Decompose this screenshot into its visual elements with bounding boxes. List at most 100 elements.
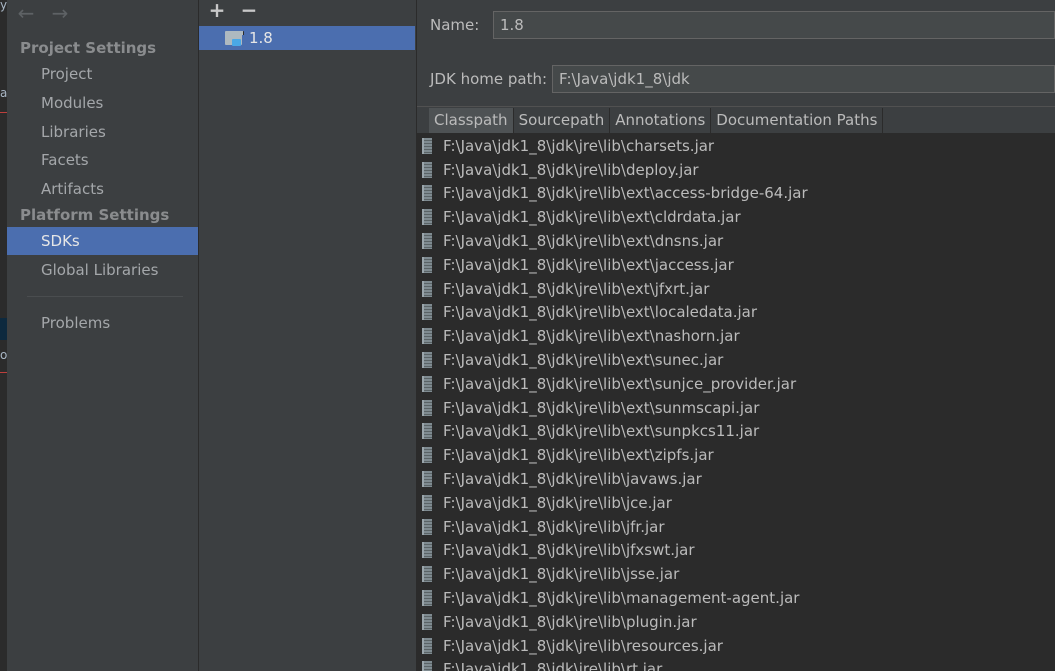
classpath-list[interactable]: F:\Java\jdk1_8\jdk\jre\lib\charsets.jar F… <box>417 134 1055 671</box>
classpath-row[interactable]: F:\Java\jdk1_8\jdk\jre\lib\ext\sunec.jar <box>417 348 1055 372</box>
classpath-row[interactable]: F:\Java\jdk1_8\jdk\jre\lib\charsets.jar <box>417 134 1055 158</box>
classpath-row[interactable]: F:\Java\jdk1_8\jdk\jre\lib\jsse.jar <box>417 562 1055 586</box>
classpath-row[interactable]: F:\Java\jdk1_8\jdk\jre\lib\resources.jar <box>417 634 1055 658</box>
classpath-row[interactable]: F:\Java\jdk1_8\jdk\jre\lib\ext\dnsns.jar <box>417 229 1055 253</box>
tab-sourcepath[interactable]: Sourcepath <box>513 108 611 133</box>
jar-file-icon <box>422 256 432 273</box>
classpath-row[interactable]: F:\Java\jdk1_8\jdk\jre\lib\ext\sunjce_pr… <box>417 372 1055 396</box>
sdk-list-item[interactable]: 1.8 <box>199 26 415 50</box>
jar-file-icon <box>422 185 432 202</box>
nav-divider <box>27 296 183 297</box>
classpath-entry-label: F:\Java\jdk1_8\jdk\jre\lib\jfxswt.jar <box>443 541 695 560</box>
classpath-row[interactable]: F:\Java\jdk1_8\jdk\jre\lib\javaws.jar <box>417 467 1055 491</box>
jar-file-icon <box>422 161 432 178</box>
editor-error-marker <box>0 112 7 113</box>
classpath-entry-label: F:\Java\jdk1_8\jdk\jre\lib\resources.jar <box>443 636 723 655</box>
tab-annotations[interactable]: Annotations <box>610 108 712 133</box>
classpath-row[interactable]: F:\Java\jdk1_8\jdk\jre\lib\jfxswt.jar <box>417 539 1055 563</box>
tab-classpath[interactable]: Classpath <box>429 108 514 133</box>
jar-file-icon <box>422 518 432 535</box>
classpath-row[interactable]: F:\Java\jdk1_8\jdk\jre\lib\ext\jfxrt.jar <box>417 277 1055 301</box>
nav-item-libraries[interactable]: Libraries <box>7 118 198 146</box>
nav-item-project[interactable]: Project <box>7 60 198 88</box>
classpath-row[interactable]: F:\Java\jdk1_8\jdk\jre\lib\deploy.jar <box>417 158 1055 182</box>
nav-item-facets[interactable]: Facets <box>7 146 198 174</box>
jar-file-icon <box>422 352 432 369</box>
jar-file-icon <box>422 542 432 559</box>
classpath-entry-label: F:\Java\jdk1_8\jdk\jre\lib\jfr.jar <box>443 517 665 536</box>
classpath-entry-label: F:\Java\jdk1_8\jdk\jre\lib\ext\dnsns.jar <box>443 232 724 251</box>
sdk-item-label: 1.8 <box>249 29 273 47</box>
remove-sdk-icon[interactable]: − <box>239 0 259 22</box>
classpath-row[interactable]: F:\Java\jdk1_8\jdk\jre\lib\jce.jar <box>417 491 1055 515</box>
jar-file-icon <box>422 471 432 488</box>
nav-item-problems[interactable]: Problems <box>7 309 198 337</box>
project-settings-header: Project Settings <box>20 39 157 57</box>
jar-file-icon <box>422 233 432 250</box>
name-label: Name: <box>430 16 480 34</box>
jar-file-icon <box>422 423 432 440</box>
classpath-entry-label: F:\Java\jdk1_8\jdk\jre\lib\ext\sunec.jar <box>443 351 724 370</box>
classpath-row[interactable]: F:\Java\jdk1_8\jdk\jre\lib\ext\cldrdata.… <box>417 205 1055 229</box>
classpath-row[interactable]: F:\Java\jdk1_8\jdk\jre\lib\ext\nashorn.j… <box>417 324 1055 348</box>
sdk-list-panel: + − 1.8 <box>199 0 417 671</box>
classpath-row[interactable]: F:\Java\jdk1_8\jdk\jre\lib\rt.jar <box>417 658 1055 671</box>
jdk-home-path-label: JDK home path: <box>430 70 548 88</box>
classpath-row[interactable]: F:\Java\jdk1_8\jdk\jre\lib\ext\localedat… <box>417 301 1055 325</box>
classpath-entry-label: F:\Java\jdk1_8\jdk\jre\lib\rt.jar <box>443 660 663 671</box>
classpath-row[interactable]: F:\Java\jdk1_8\jdk\jre\lib\jfr.jar <box>417 515 1055 539</box>
jar-file-icon <box>422 447 432 464</box>
classpath-entry-label: F:\Java\jdk1_8\jdk\jre\lib\jce.jar <box>443 493 672 512</box>
jar-file-icon <box>422 328 432 345</box>
jar-file-icon <box>422 280 432 297</box>
classpath-entry-label: F:\Java\jdk1_8\jdk\jre\lib\ext\nashorn.j… <box>443 327 740 346</box>
tab-documentation-paths[interactable]: Documentation Paths <box>711 108 884 133</box>
classpath-entry-label: F:\Java\jdk1_8\jdk\jre\lib\ext\jaccess.j… <box>443 255 734 274</box>
classpath-row[interactable]: F:\Java\jdk1_8\jdk\jre\lib\ext\zipfs.jar <box>417 443 1055 467</box>
editor-error-marker <box>0 372 7 373</box>
jar-file-icon <box>422 137 432 154</box>
jar-file-icon <box>422 661 432 671</box>
classpath-entry-label: F:\Java\jdk1_8\jdk\jre\lib\ext\sunpkcs11… <box>443 422 760 441</box>
separator <box>417 106 1055 107</box>
history-nav: ← → <box>15 2 71 24</box>
classpath-row[interactable]: F:\Java\jdk1_8\jdk\jre\lib\ext\jaccess.j… <box>417 253 1055 277</box>
sdk-list-toolbar: + − <box>207 0 259 22</box>
path-tabs: Classpath Sourcepath Annotations Documen… <box>429 108 884 133</box>
jdk-home-path-input[interactable] <box>552 65 1055 93</box>
editor-selection-highlight <box>0 318 7 340</box>
classpath-entry-label: F:\Java\jdk1_8\jdk\jre\lib\ext\access-br… <box>443 184 808 203</box>
classpath-row[interactable]: F:\Java\jdk1_8\jdk\jre\lib\ext\sunpkcs11… <box>417 420 1055 444</box>
nav-item-artifacts[interactable]: Artifacts <box>7 175 198 203</box>
nav-item-modules[interactable]: Modules <box>7 89 198 117</box>
add-sdk-icon[interactable]: + <box>207 0 227 22</box>
jar-file-icon <box>422 209 432 226</box>
jar-file-icon <box>422 566 432 583</box>
classpath-row[interactable]: F:\Java\jdk1_8\jdk\jre\lib\management-ag… <box>417 586 1055 610</box>
back-arrow-icon[interactable]: ← <box>15 2 37 24</box>
classpath-entry-label: F:\Java\jdk1_8\jdk\jre\lib\ext\sunjce_pr… <box>443 374 797 393</box>
sdk-name-input[interactable] <box>493 11 1055 39</box>
classpath-entry-label: F:\Java\jdk1_8\jdk\jre\lib\ext\sunmscapi… <box>443 398 760 417</box>
jdk-folder-icon <box>225 31 244 46</box>
settings-nav-panel: ← → Project Settings Project Modules Lib… <box>7 0 199 671</box>
sdk-detail-panel: Name: JDK home path: Classpath Sourcepat… <box>417 0 1055 671</box>
nav-item-global-libraries[interactable]: Global Libraries <box>7 256 198 284</box>
classpath-entry-label: F:\Java\jdk1_8\jdk\jre\lib\ext\jfxrt.jar <box>443 279 710 298</box>
platform-settings-header: Platform Settings <box>20 206 170 224</box>
jar-file-icon <box>422 637 432 654</box>
classpath-row[interactable]: F:\Java\jdk1_8\jdk\jre\lib\ext\sunmscapi… <box>417 396 1055 420</box>
nav-item-sdks[interactable]: SDKs <box>7 227 198 255</box>
jar-file-icon <box>422 375 432 392</box>
classpath-entry-label: F:\Java\jdk1_8\jdk\jre\lib\ext\localedat… <box>443 303 757 322</box>
classpath-row[interactable]: F:\Java\jdk1_8\jdk\jre\lib\ext\access-br… <box>417 182 1055 206</box>
classpath-entry-label: F:\Java\jdk1_8\jdk\jre\lib\jsse.jar <box>443 565 680 584</box>
classpath-entry-label: F:\Java\jdk1_8\jdk\jre\lib\ext\zipfs.jar <box>443 446 714 465</box>
jar-file-icon <box>422 399 432 416</box>
forward-arrow-icon[interactable]: → <box>49 2 71 24</box>
jar-file-icon <box>422 590 432 607</box>
classpath-entry-label: F:\Java\jdk1_8\jdk\jre\lib\management-ag… <box>443 589 800 608</box>
classpath-entry-label: F:\Java\jdk1_8\jdk\jre\lib\deploy.jar <box>443 160 699 179</box>
classpath-entry-label: F:\Java\jdk1_8\jdk\jre\lib\charsets.jar <box>443 136 715 155</box>
classpath-row[interactable]: F:\Java\jdk1_8\jdk\jre\lib\plugin.jar <box>417 610 1055 634</box>
